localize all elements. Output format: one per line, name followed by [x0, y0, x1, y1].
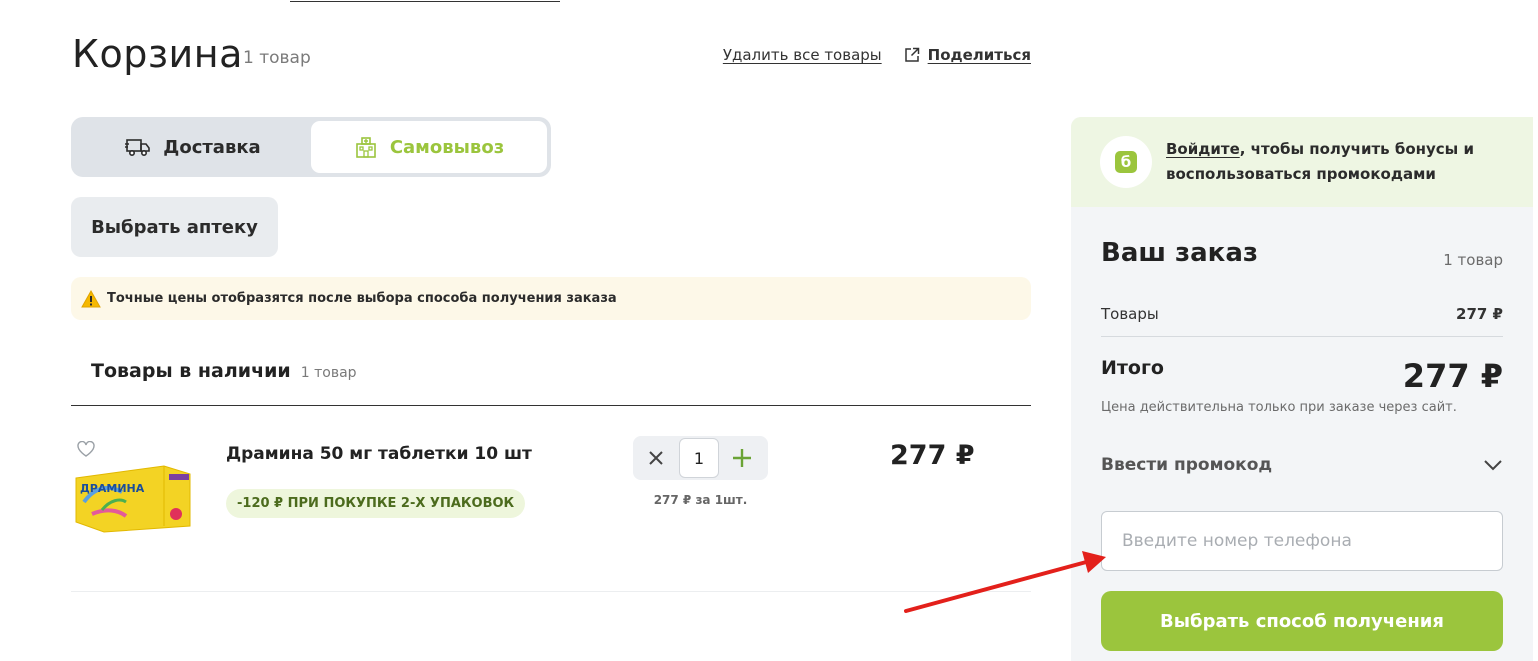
heart-icon[interactable] — [77, 441, 95, 457]
total-label: Итого — [1101, 357, 1164, 379]
goods-value: 277 ₽ — [1456, 305, 1503, 323]
in-stock-title: Товары в наличии — [91, 360, 291, 382]
breadcrumb-link-line[interactable] — [290, 0, 560, 2]
tab-pickup[interactable]: Самовывоз — [311, 121, 547, 173]
bonus-banner: б Войдите, чтобы получить бонусы и воспо… — [1071, 117, 1533, 207]
tab-delivery-label: Доставка — [163, 136, 261, 158]
bonus-logo: б — [1100, 136, 1152, 188]
close-icon — [649, 451, 663, 465]
cart-actions: Удалить все товары Поделиться — [723, 46, 1031, 64]
tab-pickup-label: Самовывоз — [389, 136, 505, 158]
in-stock-header: Товары в наличии 1 товар — [91, 360, 357, 382]
item-price: 277 ₽ — [890, 440, 975, 471]
share-label: Поделиться — [927, 46, 1031, 64]
share-link[interactable]: Поделиться — [904, 46, 1031, 64]
chevron-down-icon — [1484, 460, 1502, 471]
bonus-logo-letter: б — [1115, 151, 1137, 173]
section-divider — [71, 405, 1031, 406]
phone-input[interactable] — [1101, 511, 1503, 571]
promo-badge: -120 ₽ ПРИ ПОКУПКЕ 2-Х УПАКОВОК — [226, 489, 526, 518]
order-title: Ваш заказ — [1101, 238, 1258, 268]
item-divider — [71, 591, 1031, 592]
bonus-text-line1: , чтобы получить бонусы и — [1239, 140, 1474, 158]
truck-icon — [125, 139, 151, 157]
goods-label: Товары — [1101, 305, 1159, 323]
warning-icon — [81, 289, 101, 307]
summary-divider — [1101, 336, 1503, 337]
top-breadcrumb-fragment[interactable] — [290, 0, 560, 4]
promo-code-label: Ввести промокод — [1101, 455, 1273, 475]
quantity-field[interactable]: 1 — [679, 438, 719, 478]
price-notice: Точные цены отобразятся после выбора спо… — [71, 277, 1031, 320]
bonus-text-line2: воспользоваться промокодами — [1166, 165, 1436, 183]
product-name-link[interactable]: Драмина 50 мг таблетки 10 шт — [226, 444, 532, 464]
share-icon — [904, 47, 919, 62]
total-value: 277 ₽ — [1402, 357, 1503, 395]
order-summary-panel: б Войдите, чтобы получить бонусы и воспо… — [1071, 117, 1533, 661]
promo-code-toggle[interactable]: Ввести промокод — [1101, 453, 1503, 477]
choose-pharmacy-button[interactable]: Выбрать аптеку — [71, 197, 278, 257]
in-stock-count: 1 товар — [300, 365, 357, 381]
price-validity-note: Цена действительна только при заказе чер… — [1101, 400, 1457, 415]
delivery-method-tabs: Доставка Самовывоз — [71, 117, 551, 177]
notice-text: Точные цены отобразятся после выбора спо… — [107, 291, 617, 306]
unit-price: 277 ₽ за 1шт. — [653, 493, 748, 507]
increase-quantity-button[interactable] — [719, 436, 765, 480]
page-title: Корзина — [72, 32, 243, 76]
cart-item-count: 1 товар — [243, 48, 311, 68]
delete-all-link[interactable]: Удалить все товары — [723, 46, 882, 64]
quantity-stepper: 1 — [633, 436, 768, 480]
pharmacy-building-icon — [356, 137, 376, 158]
order-count: 1 товар — [1443, 251, 1503, 269]
tab-delivery[interactable]: Доставка — [75, 121, 311, 173]
product-image[interactable]: ДРАМИНА — [72, 462, 194, 534]
choose-receiving-method-button[interactable]: Выбрать способ получения — [1101, 591, 1503, 651]
remove-item-button[interactable] — [633, 436, 679, 480]
product-image-brand: ДРАМИНА — [80, 482, 145, 495]
login-link[interactable]: Войдите — [1166, 140, 1240, 158]
plus-icon — [733, 449, 751, 467]
bonus-text: Войдите, чтобы получить бонусы и восполь… — [1166, 137, 1474, 187]
